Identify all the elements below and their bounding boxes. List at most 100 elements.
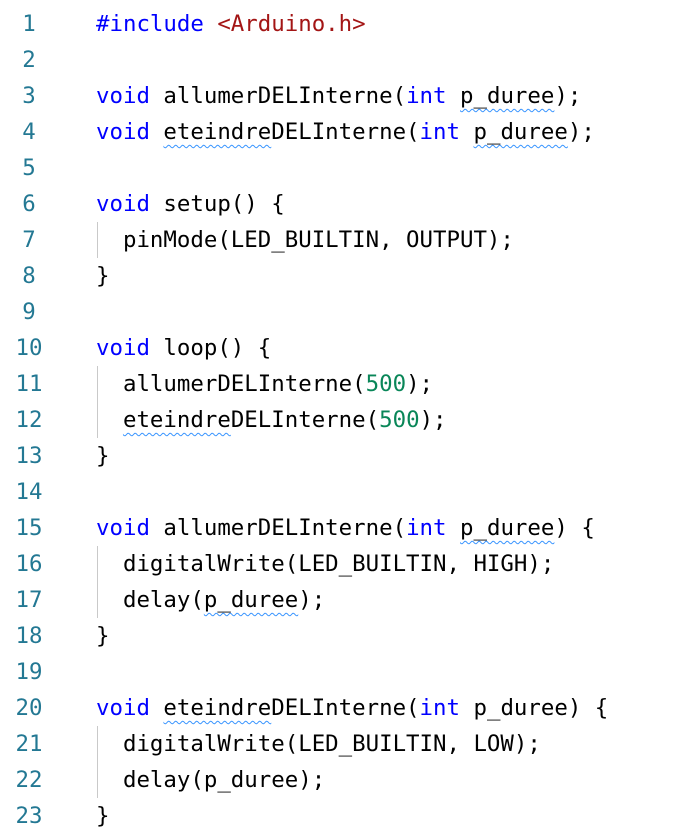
code-line[interactable]: 22 delay(p_duree); <box>0 762 696 798</box>
code-text[interactable]: #include <Arduino.h> <box>96 6 696 42</box>
line-number: 21 <box>15 731 43 757</box>
code-line[interactable]: 4 void eteindreDELInterne(int p_duree); <box>0 114 696 150</box>
code-text[interactable]: } <box>96 258 696 294</box>
line-number-gutter: 7 <box>0 222 96 258</box>
line-number: 9 <box>22 299 36 325</box>
code-token: } <box>96 803 110 829</box>
code-text[interactable] <box>96 42 696 78</box>
code-line[interactable]: 19 <box>0 654 696 690</box>
code-text[interactable]: } <box>96 618 696 654</box>
code-line[interactable]: 10 void loop() { <box>0 330 696 366</box>
line-number-gutter: 6 <box>0 186 96 222</box>
code-token: 500 <box>365 371 407 397</box>
code-line[interactable]: 3 void allumerDELInterne(int p_duree); <box>0 78 696 114</box>
code-line[interactable]: 9 <box>0 294 696 330</box>
code-text[interactable]: pinMode(LED_BUILTIN, OUTPUT); <box>96 222 696 258</box>
code-line[interactable]: 21 digitalWrite(LED_BUILTIN, LOW); <box>0 726 696 762</box>
code-token: DELInterne( <box>271 119 420 145</box>
line-number-gutter: 4 <box>0 114 96 150</box>
code-token: void <box>96 119 150 145</box>
code-text[interactable] <box>96 150 696 186</box>
code-token-with-warning: p_duree <box>460 515 555 541</box>
code-text[interactable]: digitalWrite(LED_BUILTIN, LOW); <box>96 726 696 762</box>
indent-guide <box>97 222 98 258</box>
code-text[interactable]: void loop() { <box>96 330 696 366</box>
code-line[interactable]: 13} <box>0 438 696 474</box>
code-line[interactable]: 11 allumerDELInterne(500); <box>0 366 696 402</box>
line-number: 8 <box>22 263 36 289</box>
code-token: ); <box>554 83 582 109</box>
line-number-gutter: 14 <box>0 474 96 510</box>
code-text[interactable]: void eteindreDELInterne(int p_duree) { <box>96 690 696 726</box>
indent-guide <box>97 546 98 582</box>
line-number: 15 <box>15 515 43 541</box>
code-token: ); <box>567 119 595 145</box>
code-token: digitalWrite(LED_BUILTIN, LOW); <box>122 731 541 757</box>
code-text[interactable]: allumerDELInterne(500); <box>96 366 696 402</box>
code-token: void <box>96 515 150 541</box>
code-token: void <box>96 335 150 361</box>
code-token: } <box>96 623 110 649</box>
code-text[interactable]: } <box>96 798 696 834</box>
code-token: ) { <box>554 515 595 541</box>
code-text[interactable]: delay(p_duree); <box>96 582 696 618</box>
code-line[interactable]: 14 <box>0 474 696 510</box>
code-text[interactable]: eteindreDELInterne(500); <box>96 402 696 438</box>
code-token-with-warning: p_duree <box>460 83 555 109</box>
indent-guide <box>97 582 98 618</box>
line-number-gutter: 9 <box>0 294 96 330</box>
code-text[interactable] <box>96 294 696 330</box>
line-number-gutter: 8 <box>0 258 96 294</box>
code-token: allumerDELInterne( <box>149 83 407 109</box>
code-token: setup() { <box>149 191 285 217</box>
code-line[interactable]: 7 pinMode(LED_BUILTIN, OUTPUT); <box>0 222 696 258</box>
code-line[interactable]: 16 digitalWrite(LED_BUILTIN, HIGH); <box>0 546 696 582</box>
line-number-gutter: 22 <box>0 762 96 798</box>
line-number: 20 <box>15 695 43 721</box>
code-line[interactable]: 5 <box>0 150 696 186</box>
line-number: 22 <box>15 767 43 793</box>
code-line[interactable]: 6 void setup() { <box>0 186 696 222</box>
code-text[interactable]: void setup() { <box>96 186 696 222</box>
code-token: int <box>406 515 447 541</box>
code-line[interactable]: 1 #include <Arduino.h> <box>0 6 696 42</box>
code-token: ); <box>406 371 434 397</box>
code-text[interactable] <box>96 654 696 690</box>
code-token: void <box>96 695 150 721</box>
code-text[interactable] <box>96 474 696 510</box>
code-line[interactable]: 15 void allumerDELInterne(int p_duree) { <box>0 510 696 546</box>
code-token-with-warning: eteindre <box>163 119 272 145</box>
code-line[interactable]: 12 eteindreDELInterne(500); <box>0 402 696 438</box>
code-token-with-warning: eteindre <box>122 407 231 433</box>
line-number-gutter: 20 <box>0 690 96 726</box>
indent-guide <box>97 366 98 402</box>
code-editor[interactable]: 1 #include <Arduino.h> 2 3 void allumerDELIn… <box>0 6 696 834</box>
code-token: p_duree) { <box>460 695 609 721</box>
code-token: delay(p_duree); <box>122 767 326 793</box>
code-token: int <box>406 83 447 109</box>
code-text[interactable]: } <box>96 438 696 474</box>
code-text[interactable]: void allumerDELInterne(int p_duree) { <box>96 510 696 546</box>
code-text[interactable]: delay(p_duree); <box>96 762 696 798</box>
code-line[interactable]: 23} <box>0 798 696 834</box>
code-token-with-warning: p_duree <box>203 587 299 613</box>
code-line[interactable]: 20 void eteindreDELInterne(int p_duree) { <box>0 690 696 726</box>
line-number: 3 <box>22 83 36 109</box>
code-line[interactable]: 17 delay(p_duree); <box>0 582 696 618</box>
code-line[interactable]: 18} <box>0 618 696 654</box>
line-number-gutter: 13 <box>0 438 96 474</box>
line-number-gutter: 3 <box>0 78 96 114</box>
code-token: void <box>96 191 150 217</box>
code-line[interactable]: 8} <box>0 258 696 294</box>
code-token: 500 <box>379 407 420 433</box>
code-text[interactable]: void eteindreDELInterne(int p_duree); <box>96 114 696 150</box>
code-text[interactable]: void allumerDELInterne(int p_duree); <box>96 78 696 114</box>
code-text[interactable]: digitalWrite(LED_BUILTIN, HIGH); <box>96 546 696 582</box>
line-number-gutter: 2 <box>0 42 96 78</box>
code-line[interactable]: 2 <box>0 42 696 78</box>
